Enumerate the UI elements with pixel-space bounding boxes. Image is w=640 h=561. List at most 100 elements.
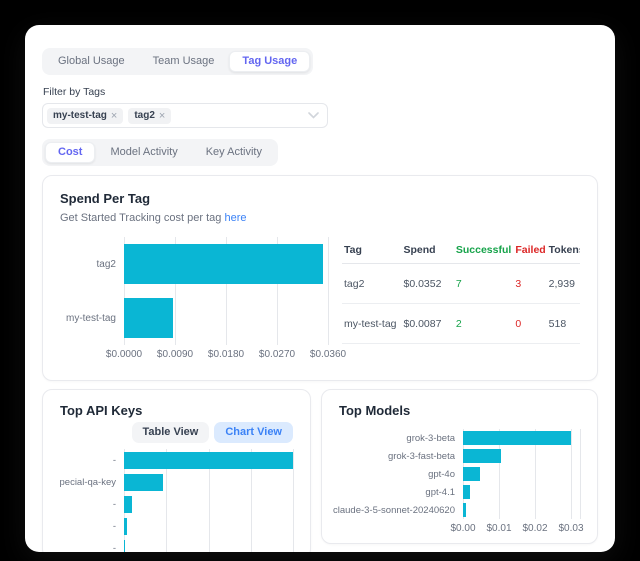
- x-axis-tick-label: $0.0000: [106, 349, 142, 360]
- chip-label: tag2: [134, 110, 155, 122]
- remove-tag-icon[interactable]: ×: [159, 110, 165, 122]
- top-api-keys-card: Top API Keys Table View Chart View -peci…: [42, 389, 311, 552]
- chart-gridline: [293, 449, 294, 552]
- col-header-tokens: Tokens: [547, 237, 580, 264]
- chart-bar-row: [124, 515, 293, 537]
- y-axis-category-label: -: [60, 515, 124, 537]
- y-axis-category-label: -: [60, 537, 124, 552]
- tracking-docs-link[interactable]: here: [224, 212, 246, 224]
- cell-successful: 7: [454, 264, 514, 304]
- top-models-chart: grok-3-betagrok-3-fast-betagpt-4ogpt-4.1…: [339, 429, 580, 535]
- chart-gridline: [328, 237, 329, 345]
- spend-summary-table: Tag Spend Successful Failed Tokens tag2 …: [342, 237, 580, 361]
- chart-view-button[interactable]: Chart View: [214, 422, 293, 443]
- x-axis-tick-label: $0.02: [522, 523, 547, 534]
- tab-model-activity[interactable]: Model Activity: [97, 142, 190, 163]
- y-axis-category-label: gpt-4o: [339, 465, 463, 483]
- col-header-spend: Spend: [402, 237, 454, 264]
- chart-bar: [124, 244, 323, 284]
- cell-spend: $0.0352: [402, 264, 454, 304]
- table-view-button[interactable]: Table View: [132, 422, 210, 443]
- col-header-tag: Tag: [342, 237, 402, 264]
- chip-label: my-test-tag: [53, 110, 107, 122]
- x-axis-tick-label: $0.0360: [310, 349, 346, 360]
- x-axis-tick-label: $0.01: [486, 523, 511, 534]
- chart-bar-row: [463, 465, 580, 483]
- chart-bar: [463, 467, 480, 481]
- tag-filter-select[interactable]: my-test-tag × tag2 ×: [42, 103, 328, 128]
- tab-tag-usage[interactable]: Tag Usage: [229, 51, 310, 72]
- chart-bar: [463, 449, 501, 463]
- x-axis-tick-label: $0.0270: [259, 349, 295, 360]
- chart-bar: [124, 298, 173, 338]
- spend-per-tag-card: Spend Per Tag Get Started Tracking cost …: [42, 175, 598, 381]
- view-toggle: Table View Chart View: [132, 422, 294, 443]
- x-axis-tick-label: $0.0180: [208, 349, 244, 360]
- table-row: my-test-tag $0.0087 2 0 518: [342, 304, 580, 344]
- y-axis-category-label: -: [60, 493, 124, 515]
- y-axis-category-label: grok-3-fast-beta: [339, 447, 463, 465]
- subtitle-text: Get Started Tracking cost per tag: [60, 212, 221, 224]
- table-row: tag2 $0.0352 7 3 2,939: [342, 264, 580, 304]
- tab-key-activity[interactable]: Key Activity: [193, 142, 275, 163]
- col-header-successful: Successful: [454, 237, 514, 264]
- cell-tokens: 518: [547, 304, 580, 344]
- y-axis-category-label: pecial-qa-key: [60, 471, 124, 493]
- cell-spend: $0.0087: [402, 304, 454, 344]
- filter-by-tags-label: Filter by Tags: [43, 86, 598, 98]
- chart-bar: [124, 540, 125, 553]
- x-axis-tick-label: $0.00: [450, 523, 475, 534]
- chart-bar-row: [124, 449, 293, 471]
- chart-bar-row: [463, 501, 580, 519]
- y-axis-category-label: grok-3-beta: [339, 429, 463, 447]
- chart-gridline: [580, 429, 581, 519]
- x-axis-tick-label: $0.03: [558, 523, 583, 534]
- table-header-row: Tag Spend Successful Failed Tokens: [342, 237, 580, 264]
- chart-bar-row: [124, 291, 328, 345]
- chart-bar-row: [463, 447, 580, 465]
- x-axis-tick-label: $0.0090: [157, 349, 193, 360]
- y-axis-category-label: claude-3-5-sonnet-20240620: [339, 501, 463, 519]
- cell-failed: 0: [513, 304, 546, 344]
- tab-global-usage[interactable]: Global Usage: [45, 51, 138, 72]
- cell-tag: my-test-tag: [342, 304, 402, 344]
- y-axis-category-label: tag2: [60, 237, 124, 291]
- chart-bar: [463, 431, 571, 445]
- tab-team-usage[interactable]: Team Usage: [140, 51, 228, 72]
- chart-bar-row: [463, 483, 580, 501]
- selected-tag-chip: my-test-tag ×: [47, 108, 123, 124]
- metric-tab-bar: Cost Model Activity Key Activity: [42, 139, 278, 166]
- spend-card-subtitle: Get Started Tracking cost per tag here: [60, 212, 580, 224]
- spend-card-title: Spend Per Tag: [60, 191, 580, 207]
- cell-failed: 3: [513, 264, 546, 304]
- y-axis-category-label: my-test-tag: [60, 291, 124, 345]
- chart-bar: [124, 518, 127, 535]
- chevron-down-icon: [308, 112, 319, 119]
- remove-tag-icon[interactable]: ×: [111, 110, 117, 122]
- chart-bar-row: [124, 237, 328, 291]
- chart-bar-row: [124, 471, 293, 493]
- cell-successful: 2: [454, 304, 514, 344]
- cell-tokens: 2,939: [547, 264, 580, 304]
- top-models-title: Top Models: [339, 403, 580, 419]
- y-axis-category-label: gpt-4.1: [339, 483, 463, 501]
- chart-bar: [124, 496, 132, 513]
- chart-bar: [124, 452, 293, 469]
- chart-bar: [463, 485, 470, 499]
- chart-bar: [124, 474, 163, 491]
- dashboard-window: Global Usage Team Usage Tag Usage Filter…: [25, 25, 615, 552]
- top-api-keys-chart: -pecial-qa-key---: [60, 449, 293, 552]
- chart-bar-row: [463, 429, 580, 447]
- col-header-failed: Failed: [513, 237, 546, 264]
- chart-bar-row: [124, 493, 293, 515]
- y-axis-category-label: -: [60, 449, 124, 471]
- chart-bar-row: [124, 537, 293, 552]
- tab-cost[interactable]: Cost: [45, 142, 95, 163]
- spend-per-tag-chart: tag2my-test-tag $0.0000 $0.0090 $0.0180 $0.…: [60, 237, 328, 361]
- selected-tag-chip: tag2 ×: [128, 108, 171, 124]
- chart-bar: [463, 503, 466, 517]
- top-models-card: Top Models grok-3-betagrok-3-fast-betagp…: [321, 389, 598, 544]
- usage-tab-bar: Global Usage Team Usage Tag Usage: [42, 48, 313, 75]
- cell-tag: tag2: [342, 264, 402, 304]
- top-api-keys-title: Top API Keys: [60, 403, 142, 419]
